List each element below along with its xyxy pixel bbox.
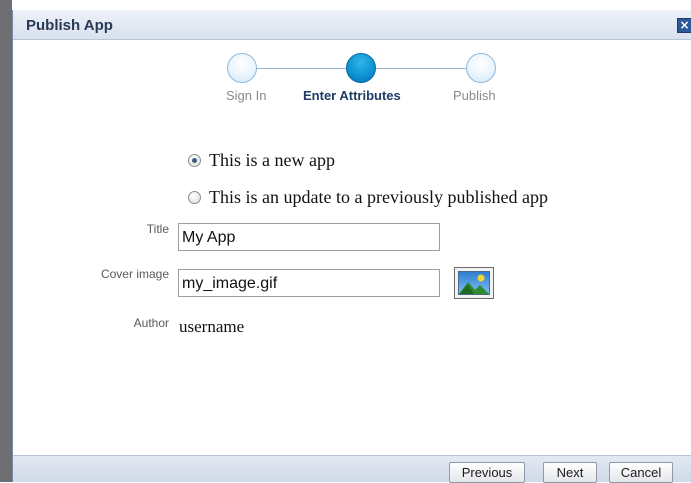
radio-update-app-row[interactable]: This is an update to a previously publis… xyxy=(188,187,548,208)
image-picker-button[interactable] xyxy=(454,267,494,299)
radio-update-app-label[interactable]: This is an update to a previously publis… xyxy=(209,187,548,208)
cancel-button[interactable]: Cancel xyxy=(609,462,673,483)
author-label: Author xyxy=(133,316,169,330)
radio-new-app[interactable] xyxy=(188,154,201,167)
cover-image-label: Cover image xyxy=(100,267,169,281)
previous-button[interactable]: Previous xyxy=(449,462,525,483)
step-train: Sign In Enter Attributes Publish xyxy=(13,10,691,120)
screen: Publish App × Sign In Enter Attributes P… xyxy=(0,0,691,483)
step-sign-in-marker[interactable] xyxy=(227,53,257,83)
step-enter-attributes-marker[interactable] xyxy=(346,53,376,83)
landscape-icon-graphic xyxy=(459,274,489,294)
step-enter-attributes-label: Enter Attributes xyxy=(303,88,401,103)
dialog-footer: Previous Next Cancel xyxy=(13,455,691,483)
cover-image-input[interactable] xyxy=(178,269,440,297)
radio-new-app-label[interactable]: This is a new app xyxy=(209,150,335,171)
step-publish-label: Publish xyxy=(453,88,496,103)
train-connector xyxy=(255,68,355,69)
background-strip xyxy=(0,0,12,482)
title-input[interactable] xyxy=(178,223,440,251)
next-button[interactable]: Next xyxy=(543,462,597,483)
step-sign-in-label: Sign In xyxy=(226,88,267,103)
radio-update-app[interactable] xyxy=(188,191,201,204)
publish-app-dialog: Publish App × Sign In Enter Attributes P… xyxy=(12,10,691,483)
radio-new-app-row[interactable]: This is a new app xyxy=(188,150,335,171)
step-publish-marker[interactable] xyxy=(466,53,496,83)
image-picker-icon xyxy=(458,271,490,295)
author-value: username xyxy=(179,317,245,336)
train-connector xyxy=(375,68,467,69)
title-label: Title xyxy=(146,222,169,236)
